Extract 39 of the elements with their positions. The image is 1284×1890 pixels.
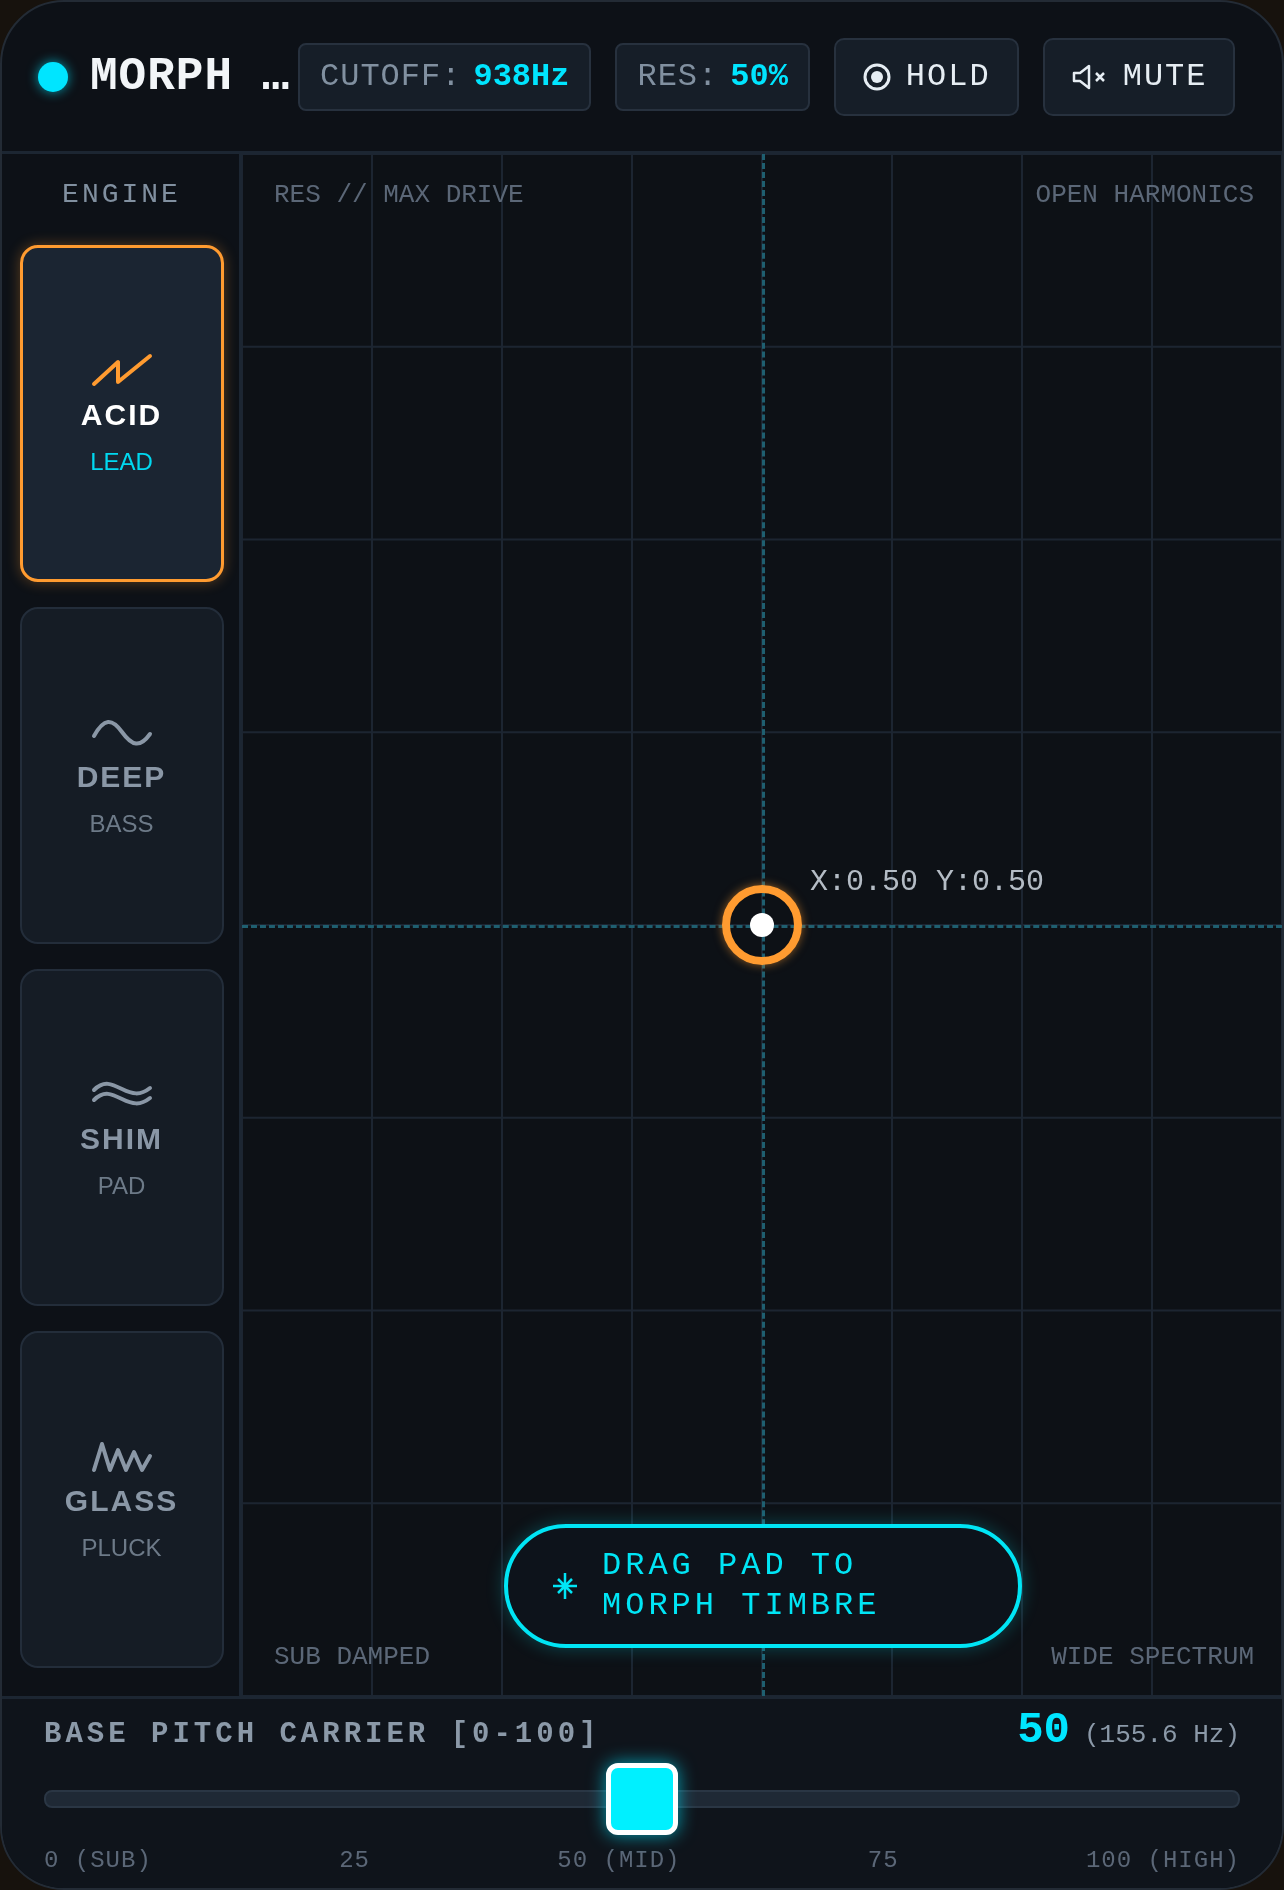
engine-name: GLASS	[64, 1483, 179, 1518]
coordinates-readout: X:0.50 Y:0.50	[810, 865, 1045, 899]
mute-button[interactable]: MUTE	[1042, 37, 1236, 116]
hold-button[interactable]: HOLD	[833, 37, 1019, 116]
engine-type: BASS	[89, 809, 154, 838]
axis-label: SUB DAMPED	[274, 1642, 431, 1672]
tick-label: 25	[339, 1847, 370, 1874]
axis-label: WIDE SPECTRUM	[1051, 1642, 1254, 1672]
hint-text: DRAG PAD TO MORPH TIMBRE	[602, 1546, 882, 1626]
frequency-readout: (155.6 Hz)	[1083, 1720, 1240, 1750]
sparkle-icon	[552, 1572, 578, 1600]
engine-name: ACID	[80, 397, 163, 432]
pad-handle[interactable]	[722, 885, 802, 965]
readout-chip: RES: 50%	[615, 42, 810, 111]
axis-label: RES // MAX DRIVE	[274, 180, 524, 210]
engine-card[interactable]: ACID LEAD	[19, 245, 224, 582]
tick-label: 100 (HIGH)	[1085, 1847, 1240, 1874]
tick-label: 50 (MID)	[557, 1847, 681, 1874]
engine-type: PLUCK	[81, 1533, 162, 1562]
xy-pad[interactable]: RES // MAX DRIVE OPEN HARMONICS X:0.50 Y:0.50 DRAG PAD TO MORPH TIMBRE SUB DAMPED WIDE SPECTRUM	[242, 154, 1282, 1696]
record-icon	[861, 61, 892, 92]
sidebar-title: ENGINE	[62, 177, 181, 212]
tick-label: 0 (SUB)	[44, 1847, 152, 1874]
engine-name: DEEP	[76, 759, 167, 794]
slider-value: 50	[1017, 1705, 1070, 1755]
engine-type: PAD	[97, 1171, 146, 1200]
engine-card[interactable]: SHIM PAD	[19, 969, 224, 1306]
slider-thumb[interactable]	[606, 1763, 678, 1835]
sawtooth-wave-icon	[89, 351, 154, 388]
axis-label: OPEN HARMONICS	[1035, 180, 1254, 210]
readout-chip: CUTOFF: 938Hz	[298, 42, 592, 111]
slider-track[interactable]	[44, 1763, 1240, 1835]
engine-type: LEAD	[90, 447, 153, 476]
engine-card[interactable]: GLASS PLUCK	[19, 1331, 224, 1668]
tick-label: 75	[867, 1847, 899, 1874]
engine-name: SHIM	[80, 1121, 163, 1156]
engine-card[interactable]: DEEP BASS	[19, 607, 224, 944]
app-title: MORPH …	[90, 50, 288, 103]
slider-label: BASE PITCH CARRIER [0-100]	[44, 1718, 602, 1751]
